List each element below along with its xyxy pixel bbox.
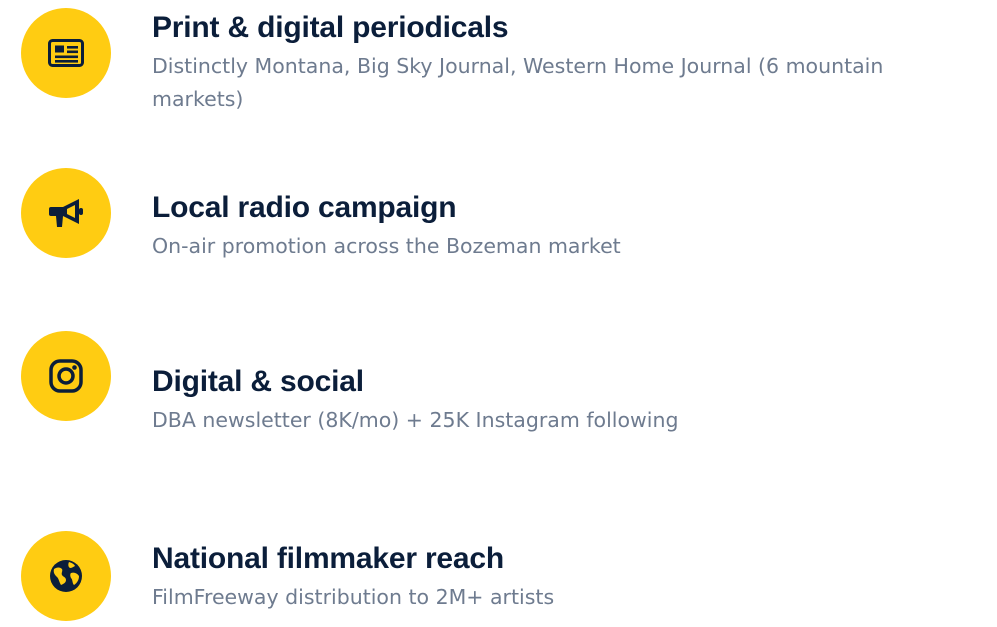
- item-title: National filmmaker reach: [152, 542, 505, 575]
- icon-badge: [21, 331, 111, 421]
- item-description: DBA newsletter (8K/mo) + 25K Instagram f…: [152, 408, 679, 432]
- newspaper-icon: [48, 39, 84, 67]
- item-title: Print & digital periodicals: [152, 11, 509, 44]
- item-text: Local radio campaign On-air promotion ac…: [152, 190, 981, 263]
- icon-badge: [21, 8, 111, 98]
- instagram-icon: [49, 359, 83, 393]
- item-description: On-air promotion across the Bozeman mark…: [152, 234, 621, 258]
- icon-badge: [21, 168, 111, 258]
- icon-badge: [21, 531, 111, 621]
- item-text: Print & digital periodicals Distinctly M…: [152, 10, 981, 116]
- list-item: Print & digital periodicals Distinctly M…: [21, 0, 981, 130]
- item-text: National filmmaker reach FilmFreeway dis…: [152, 541, 981, 614]
- list-item: National filmmaker reach FilmFreeway dis…: [21, 483, 981, 627]
- item-description: Distinctly Montana, Big Sky Journal, Wes…: [152, 54, 884, 111]
- item-description: FilmFreeway distribution to 2M+ artists: [152, 585, 555, 609]
- item-title: Digital & social: [152, 365, 364, 398]
- list-item: Digital & social DBA newsletter (8K/mo) …: [21, 320, 981, 440]
- megaphone-icon: [48, 197, 84, 229]
- globe-icon: [48, 558, 84, 594]
- item-title: Local radio campaign: [152, 191, 457, 224]
- item-text: Digital & social DBA newsletter (8K/mo) …: [152, 364, 981, 437]
- list-item: Local radio campaign On-air promotion ac…: [21, 155, 981, 275]
